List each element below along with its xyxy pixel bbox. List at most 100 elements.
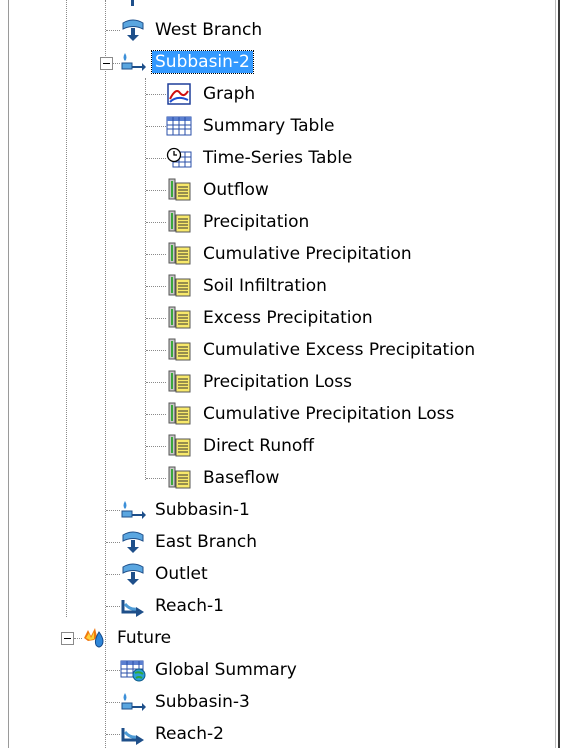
- summary-table-icon: [166, 114, 192, 138]
- tree-line: [146, 478, 166, 479]
- time-series-table-icon: [166, 146, 192, 170]
- tree-line: [106, 574, 120, 575]
- tree-node-outlet[interactable]: Outlet: [120, 562, 211, 586]
- tree-node-cumulative-precipitation[interactable]: Cumulative Precipitation: [166, 242, 415, 266]
- tree-line: [146, 254, 166, 255]
- tree-node-future[interactable]: Future: [82, 626, 174, 650]
- tree-node-east-branch[interactable]: East Branch: [120, 530, 260, 554]
- tree-line: [146, 286, 166, 287]
- tree-node-cumulative-precipitation-loss[interactable]: Cumulative Precipitation Loss: [166, 402, 457, 426]
- tree-node-graph[interactable]: Graph: [166, 82, 258, 106]
- tree-node-time-series-table[interactable]: Time-Series Table: [166, 146, 355, 170]
- tree-node-label: Summary Table: [203, 116, 335, 136]
- tree-line: [146, 158, 166, 159]
- tree-node-label: Subbasin-1: [155, 500, 250, 520]
- tree-node-label: Graph: [203, 84, 256, 104]
- tree-node-label: Precipitation: [203, 212, 310, 232]
- tree-line: [74, 638, 82, 639]
- tree-node-label: Cumulative Precipitation Loss: [203, 404, 455, 424]
- tree-node-outflow[interactable]: Outflow: [166, 178, 272, 202]
- results-tree-panel: West Branch Subbasin-2 Graph Summary Tab…: [0, 0, 572, 748]
- tree-node-reach-1[interactable]: Reach-1: [120, 594, 227, 618]
- tree-node-subbasin-2[interactable]: Subbasin-2: [120, 50, 254, 74]
- tree-line: [113, 63, 120, 64]
- reach-icon: [120, 594, 146, 618]
- tree-node-soil-infiltration[interactable]: Soil Infiltration: [166, 274, 330, 298]
- tree-node-label: Cumulative Excess Precipitation: [203, 340, 476, 360]
- tree-node-summary-table[interactable]: Summary Table: [166, 114, 338, 138]
- result-table-icon: [166, 178, 192, 202]
- tree-line: [106, 606, 120, 607]
- tree-node-excess-precipitation[interactable]: Excess Precipitation: [166, 306, 376, 330]
- tree-node-label: Reach-2: [155, 724, 224, 744]
- tree-node-label: Baseflow: [203, 468, 280, 488]
- result-table-icon: [166, 306, 192, 330]
- result-table-icon: [166, 370, 192, 394]
- subbasin-icon: [120, 50, 146, 74]
- tree-line: [146, 382, 166, 383]
- tree-node-subbasin-1[interactable]: Subbasin-1: [120, 498, 253, 522]
- result-table-icon: [166, 338, 192, 362]
- result-table-icon: [166, 434, 192, 458]
- result-table-icon: [166, 402, 192, 426]
- tree-node-label: Direct Runoff: [203, 436, 315, 456]
- tree-node-label: Excess Precipitation: [203, 308, 373, 328]
- tree-node-label: Subbasin-3: [155, 692, 250, 712]
- collapse-toggle[interactable]: [61, 632, 74, 645]
- result-table-icon: [166, 466, 192, 490]
- subbasin-icon: [120, 498, 146, 522]
- tree-node-reach-2[interactable]: Reach-2: [120, 722, 227, 746]
- tree-node-label: Outflow: [203, 180, 269, 200]
- tree-line: [106, 542, 120, 543]
- panel-left-border: [8, 0, 9, 748]
- tree-node-direct-runoff[interactable]: Direct Runoff: [166, 434, 317, 458]
- tree-line: [106, 670, 120, 671]
- graph-icon: [166, 82, 192, 106]
- tree-line: [146, 414, 166, 415]
- panel-right-border: [558, 0, 560, 748]
- result-table-icon: [166, 274, 192, 298]
- tree-node-precipitation[interactable]: Precipitation: [166, 210, 312, 234]
- junction-icon: [120, 18, 146, 42]
- tree-line: [106, 510, 120, 511]
- tree-line: [146, 126, 166, 127]
- collapse-toggle[interactable]: [100, 57, 113, 70]
- tree-node-label: Cumulative Precipitation: [203, 244, 412, 264]
- tree-node-subbasin-3[interactable]: Subbasin-3: [120, 690, 253, 714]
- tree-node-precipitation-loss[interactable]: Precipitation Loss: [166, 370, 355, 394]
- simulation-run-icon: [82, 626, 108, 650]
- tree-line: [145, 78, 146, 480]
- tree-node-label: Precipitation Loss: [203, 372, 352, 392]
- tree-line: [146, 350, 166, 351]
- tree-node-label: Future: [117, 628, 172, 648]
- tree-line: [106, 702, 120, 703]
- tree-line: [146, 446, 166, 447]
- tree-node-baseflow[interactable]: Baseflow: [166, 466, 282, 490]
- tree-line: [66, 0, 67, 617]
- junction-icon: [120, 530, 146, 554]
- tree-node-west-branch[interactable]: West Branch: [120, 18, 265, 42]
- tree-node-label: Reach-1: [155, 596, 224, 616]
- tree-node-label: Time-Series Table: [203, 148, 353, 168]
- tree-node-label: East Branch: [155, 532, 258, 552]
- partial-junction-icon: [120, 0, 146, 13]
- tree-node-global-summary[interactable]: Global Summary: [120, 658, 300, 682]
- tree-line: [146, 94, 166, 95]
- tree-node-label: Subbasin-2: [151, 50, 254, 74]
- tree-node-label: West Branch: [155, 20, 263, 40]
- global-summary-icon: [120, 658, 146, 682]
- tree-node-label: Global Summary: [155, 660, 297, 680]
- tree-line: [146, 318, 166, 319]
- reach-icon: [120, 722, 146, 746]
- panel-right-border-inner: [555, 0, 556, 748]
- tree-line: [146, 222, 166, 223]
- tree-node-cumulative-excess-precipitation[interactable]: Cumulative Excess Precipitation: [166, 338, 478, 362]
- tree-node-label: Outlet: [155, 564, 208, 584]
- tree-line: [146, 190, 166, 191]
- subbasin-icon: [120, 690, 146, 714]
- tree-line: [106, 734, 120, 735]
- junction-icon: [120, 562, 146, 586]
- tree-line: [106, 30, 120, 31]
- result-table-icon: [166, 242, 192, 266]
- tree-node-label: Soil Infiltration: [203, 276, 327, 296]
